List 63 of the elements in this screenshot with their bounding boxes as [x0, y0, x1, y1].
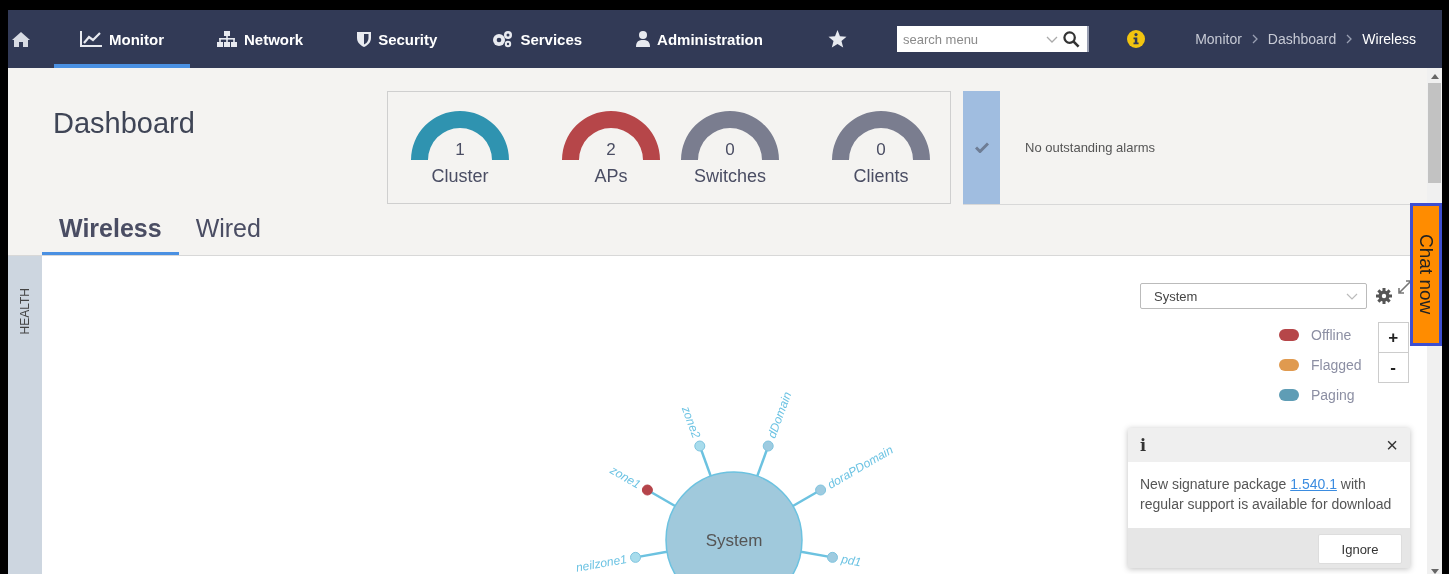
chat-now-button[interactable]: Chat now	[1410, 203, 1442, 346]
nav-tab[interactable]: Security	[330, 10, 465, 68]
breadcrumb-link[interactable]: Wireless	[1362, 31, 1416, 47]
gears-icon	[491, 30, 514, 48]
chevron-down-icon	[1045, 36, 1058, 43]
topology-node[interactable]	[800, 550, 838, 563]
nav-tab[interactable]: Monitor	[54, 10, 190, 68]
search-field[interactable]: search menu	[896, 26, 1089, 52]
sitemap-icon	[217, 31, 237, 47]
chevron-right-icon	[1346, 34, 1353, 44]
scroll-down-icon[interactable]	[1430, 569, 1439, 574]
zoom-in-button[interactable]: +	[1377, 322, 1409, 353]
nav-tab[interactable]: Services	[464, 10, 610, 68]
check-icon	[974, 142, 989, 153]
chart-icon	[80, 31, 102, 47]
gauge-value: 0	[725, 140, 735, 160]
topology-node[interactable]	[630, 550, 668, 563]
gauge-label: Switches	[694, 166, 766, 187]
nav-tab[interactable]: Network	[190, 10, 331, 68]
gauge-value: 2	[606, 140, 616, 160]
gauge-value: 1	[455, 140, 465, 160]
topology-node[interactable]	[641, 484, 676, 508]
gauge-label: Cluster	[431, 166, 489, 187]
view-select[interactable]: System	[1140, 283, 1367, 309]
settings-icon[interactable]	[1376, 288, 1392, 304]
topology-node[interactable]	[694, 440, 712, 477]
user-icon	[636, 31, 651, 47]
sidebar-label: HEALTH	[18, 288, 32, 335]
scroll-thumb[interactable]	[1428, 83, 1441, 183]
legend-label: Offline	[1311, 327, 1352, 343]
breadcrumb-link[interactable]: Monitor	[1195, 31, 1242, 47]
node-label: pd1	[840, 552, 863, 570]
legend-label: Flagged	[1311, 357, 1362, 373]
topology-node[interactable]	[792, 484, 827, 508]
view-tab[interactable]: Wired	[178, 205, 278, 255]
star-icon[interactable]	[827, 30, 847, 48]
expand-icon[interactable]	[1397, 279, 1413, 295]
node-label: zone1	[607, 463, 644, 492]
root-label: System	[705, 531, 763, 550]
chevron-down-icon	[1346, 292, 1358, 300]
topology-node[interactable]	[756, 440, 774, 477]
page-title: Dashboard	[53, 107, 196, 140]
info-icon[interactable]	[1126, 30, 1145, 48]
gauge-value: 0	[876, 140, 886, 160]
root-node[interactable]	[665, 471, 803, 574]
legend-label: Paging	[1311, 387, 1355, 403]
info-mark: i	[1140, 435, 1147, 455]
alarm-message: No outstanding alarms	[1025, 140, 1156, 155]
shield-icon	[357, 31, 372, 47]
breadcrumb-link[interactable]: Dashboard	[1267, 31, 1337, 47]
notification-message: New signature package 1.540.1 with regular support is available for download	[1139, 475, 1393, 514]
gauge-label: APs	[594, 166, 628, 187]
node-label: zone2	[678, 404, 704, 440]
ignore-button[interactable]: Ignore	[1318, 534, 1402, 564]
close-button[interactable]: ×	[1386, 433, 1398, 457]
nav-tab[interactable]: Administration	[609, 10, 790, 68]
search-icon[interactable]	[1062, 31, 1080, 48]
zoom-out-button[interactable]: -	[1377, 352, 1409, 383]
scroll-up-icon[interactable]	[1430, 74, 1439, 79]
home-icon[interactable]	[12, 31, 30, 47]
chevron-right-icon	[1251, 34, 1258, 44]
node-label: neilzone1	[574, 552, 628, 574]
gauge-label: Clients	[853, 166, 909, 187]
